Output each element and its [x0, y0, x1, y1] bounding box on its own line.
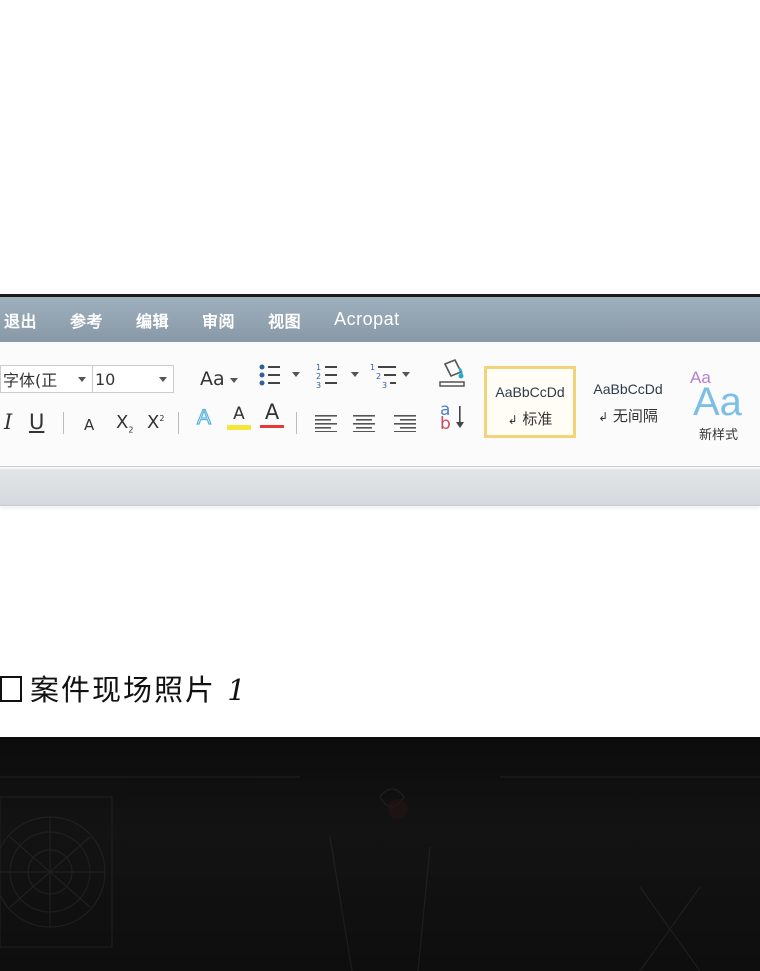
divider [63, 412, 64, 434]
new-style-label: 新样式 [699, 428, 739, 443]
font-color-bar [260, 425, 284, 428]
clear-formatting-button[interactable]: A [84, 416, 94, 434]
align-center-icon [353, 415, 375, 433]
align-right-icon [394, 415, 416, 433]
arrow-down-icon [456, 406, 464, 428]
photo-caption: 案件现场照片 1 [0, 667, 248, 709]
font-family-value: 字体(正 [3, 371, 58, 390]
menu-item-acropat[interactable]: Acropat [334, 309, 400, 330]
italic-button[interactable]: I [4, 410, 12, 434]
chevron-down-icon [230, 378, 238, 383]
menu-item-references[interactable]: 参考 [70, 308, 103, 332]
style-no-spacing-card[interactable]: AaBbCcDd ↲ 无间隔 [582, 366, 674, 438]
superscript-button[interactable]: X2 [147, 412, 164, 433]
align-right-button[interactable] [394, 414, 418, 436]
svg-text:2: 2 [376, 372, 381, 381]
change-case-button[interactable]: Aa [200, 368, 238, 390]
font-family-select[interactable]: 字体(正 [0, 365, 93, 393]
return-arrow-icon: ↲ [598, 410, 609, 424]
multilevel-list-icon: 1 2 3 [370, 363, 410, 390]
font-size-select[interactable]: 10 [92, 365, 174, 393]
subscript-button[interactable]: X2 [116, 412, 133, 435]
style-normal-card[interactable]: AaBbCcDd ↲ 标准 [484, 366, 576, 438]
change-case-label: Aa [200, 368, 225, 390]
divider [178, 412, 179, 434]
divider [296, 412, 297, 434]
svg-text:3: 3 [382, 381, 387, 390]
subscript-label: X [116, 412, 129, 433]
chevron-down-icon [159, 377, 167, 382]
numbered-list-button[interactable]: 1 2 3 [315, 362, 363, 394]
svg-text:1: 1 [316, 363, 321, 372]
menu-bar: 退出 参考 编辑 审阅 视图 Acropat [0, 297, 760, 342]
style-sample: AaBbCcDd [593, 381, 663, 397]
caption-number: 1 [227, 673, 248, 707]
highlight-color-bar [227, 425, 251, 430]
font-color-button[interactable]: A [260, 400, 284, 428]
chevron-down-icon [78, 377, 86, 382]
align-center-button[interactable] [353, 414, 377, 436]
svg-text:2: 2 [316, 372, 321, 381]
crime-scene-photo [0, 737, 760, 971]
svg-text:1: 1 [370, 363, 375, 372]
superscript-label: X [147, 412, 160, 433]
format-toolbar: 字体(正 10 Aa 1 2 3 1 2 3 I U A X2 X2 A A A… [0, 342, 760, 467]
style-sample: AaBbCcDd [495, 384, 565, 400]
multilevel-list-button[interactable]: 1 2 3 [370, 362, 414, 394]
font-size-value: 10 [95, 369, 116, 389]
align-left-icon [315, 415, 337, 433]
new-style-big-sample: Aa [693, 380, 742, 424]
highlight-label: A [233, 404, 245, 424]
bullet-list-icon [259, 364, 300, 386]
paint-format-button[interactable] [437, 358, 467, 394]
ribbon-bottom-bar [0, 469, 760, 506]
superscript-mark: 2 [159, 414, 165, 423]
subscript-mark: 2 [128, 425, 134, 435]
new-style-button[interactable]: Aa Aa 新样式 [690, 368, 752, 444]
svg-text:3: 3 [316, 381, 321, 390]
text-effect-button[interactable]: A [196, 405, 211, 430]
numbered-list-icon: 1 2 3 [316, 363, 359, 390]
menu-item-review[interactable]: 审阅 [202, 308, 235, 332]
style-name: ↲ 标准 [507, 410, 553, 428]
caption-text: 案件现场照片 [30, 673, 217, 707]
menu-item-edit[interactable]: 编辑 [136, 308, 169, 332]
highlight-button[interactable]: A [227, 404, 251, 430]
sort-button[interactable]: a b [440, 400, 470, 436]
menu-item-view[interactable]: 视图 [268, 308, 301, 332]
font-color-label: A [264, 400, 280, 424]
paint-bucket-icon [439, 358, 465, 387]
bullet-list-button[interactable] [258, 362, 306, 394]
sort-bottom-letter: b [440, 414, 451, 434]
style-name: ↲ 无间隔 [598, 407, 658, 425]
return-arrow-icon: ↲ [507, 413, 518, 427]
dark-scene-illustration [0, 776, 760, 971]
checkbox-icon [0, 676, 22, 702]
align-left-button[interactable] [315, 414, 339, 436]
menu-item-exit[interactable]: 退出 [4, 308, 37, 332]
ribbon: 退出 参考 编辑 审阅 视图 Acropat 字体(正 10 Aa 1 2 3 … [0, 294, 760, 507]
underline-button[interactable]: U [29, 410, 44, 434]
